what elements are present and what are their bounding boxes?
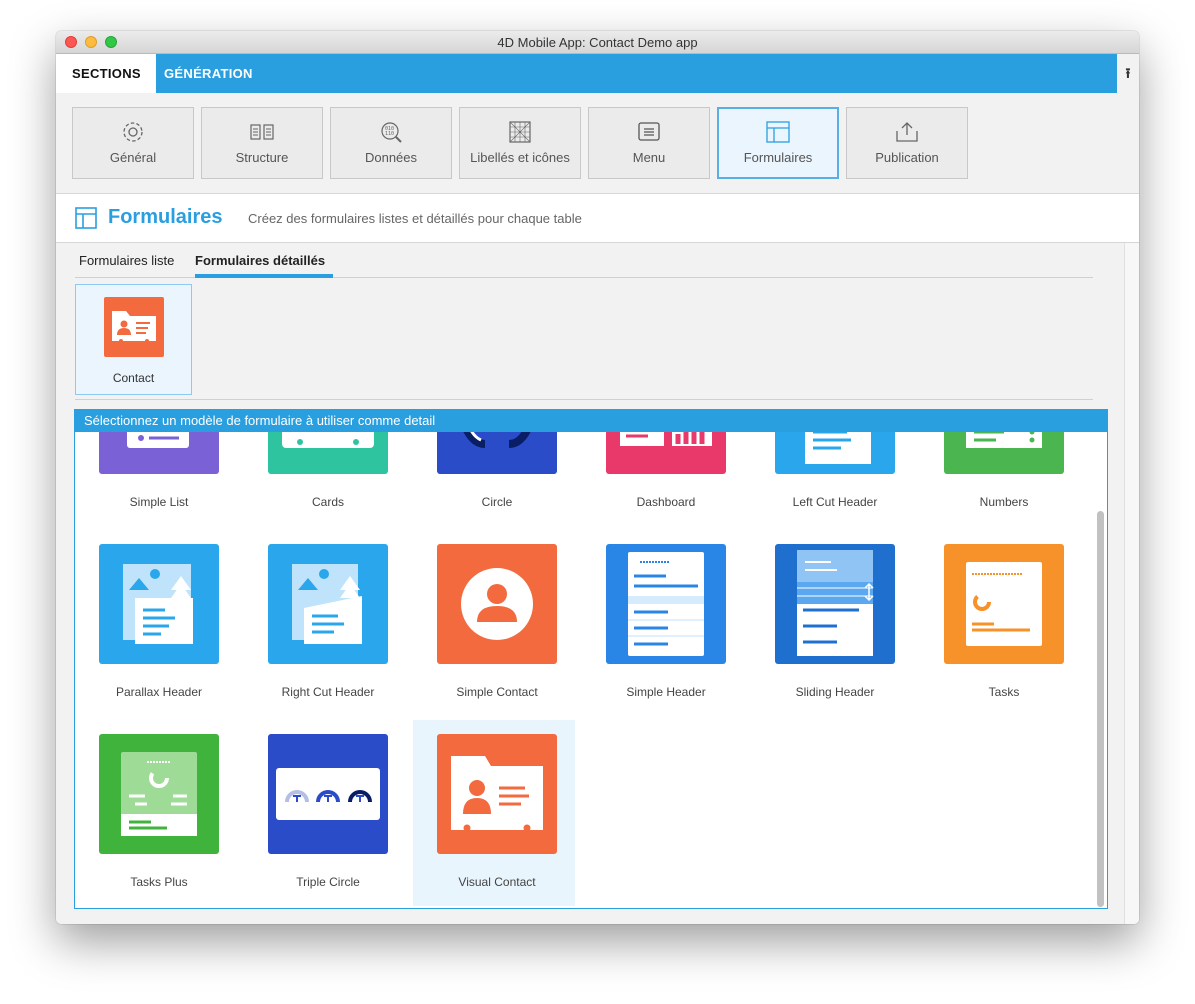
- template-name: Triple Circle: [296, 875, 360, 889]
- section-header: Formulaires Créez des formulaires listes…: [56, 194, 1139, 243]
- picker-scrollbar[interactable]: [1095, 434, 1105, 908]
- labels-icon: [509, 121, 531, 143]
- toolbar-label: Publication: [875, 150, 939, 165]
- forms-icon: [75, 207, 97, 229]
- template-name: Left Cut Header: [792, 495, 878, 509]
- sliding-header-thumbnail: [775, 544, 895, 664]
- template-name: Simple Contact: [456, 685, 538, 699]
- divider: [75, 399, 1093, 400]
- close-window-button[interactable]: [65, 36, 77, 48]
- structure-icon: [250, 124, 274, 140]
- toolbar-general-button[interactable]: Général: [72, 107, 194, 179]
- template-name: Dashboard: [636, 495, 696, 509]
- content-scrollbar[interactable]: [1124, 243, 1139, 924]
- right-cut-header-thumbnail: [268, 544, 388, 664]
- template-right-cut-header[interactable]: Right Cut Header: [244, 538, 406, 724]
- svg-text:110: 110: [385, 131, 394, 137]
- template-name: Numbers: [979, 495, 1029, 509]
- minimize-window-button[interactable]: [85, 36, 97, 48]
- tab-sections[interactable]: SECTIONS: [56, 54, 156, 93]
- contact-table-icon: [103, 297, 164, 357]
- template-name: Sliding Header: [795, 685, 875, 699]
- section-toolbar: Général Structure 010 110 Données Libellé…: [56, 93, 1139, 194]
- tab-detail-forms[interactable]: Formulaires détaillés: [195, 253, 325, 268]
- data-icon: 010110: [381, 122, 402, 143]
- template-name: Visual Contact: [458, 875, 536, 889]
- template-name: Parallax Header: [115, 685, 203, 699]
- page-subtitle: Créez des formulaires listes et détaillé…: [248, 211, 582, 226]
- zoom-window-button[interactable]: [105, 36, 117, 48]
- template-visual-contact[interactable]: Visual Contact: [413, 720, 575, 906]
- template-name: Simple List: [129, 495, 189, 509]
- toolbar-label: Données: [364, 150, 418, 165]
- visual-contact-thumbnail: [437, 734, 557, 854]
- toolbar-labels-icons-button[interactable]: Libellés et icônes: [459, 107, 581, 179]
- upload-icon[interactable]: ⭱: [1117, 54, 1139, 93]
- template-simple-contact[interactable]: Simple Contact: [413, 538, 575, 724]
- window-title: 4D Mobile App: Contact Demo app: [497, 35, 698, 50]
- parallax-header-thumbnail: [99, 544, 219, 664]
- template-simple-header[interactable]: Simple Header: [582, 538, 744, 724]
- template-sliding-header[interactable]: Sliding Header: [751, 538, 913, 724]
- forms-icon: [766, 121, 790, 143]
- toolbar-structure-button[interactable]: Structure: [201, 107, 323, 179]
- toolbar-menu-button[interactable]: Menu: [588, 107, 710, 179]
- scrollbar-thumb[interactable]: [1097, 511, 1104, 907]
- simple-contact-thumbnail: [437, 544, 557, 664]
- template-name: Simple Header: [626, 685, 706, 699]
- template-picker: Sélectionnez un modèle de formulaire à u…: [74, 409, 1108, 909]
- toolbar-label: Formulaires: [743, 150, 813, 165]
- template-grid: Simple List Cards Circle Dashboard Left …: [75, 410, 1093, 908]
- tasks-plus-thumbnail: [99, 734, 219, 854]
- triple-circle-thumbnail: [268, 734, 388, 854]
- simple-header-thumbnail: [606, 544, 726, 664]
- template-parallax-header[interactable]: Parallax Header: [75, 538, 237, 724]
- tasks-thumbnail: [944, 544, 1064, 664]
- form-type-tabs: Formulaires liste Formulaires détaillés: [75, 243, 1093, 278]
- template-name: Cards: [311, 495, 344, 509]
- template-name: Circle: [481, 495, 513, 509]
- toolbar-label: Général: [109, 150, 157, 165]
- publish-icon: [896, 122, 918, 142]
- menu-icon: [638, 122, 660, 141]
- toolbar-label: Menu: [632, 150, 666, 165]
- template-triple-circle[interactable]: Triple Circle: [244, 728, 406, 908]
- toolbar-forms-button[interactable]: Formulaires: [717, 107, 839, 179]
- toolbar-label: Structure: [235, 150, 289, 165]
- template-tasks-plus[interactable]: Tasks Plus: [75, 728, 237, 908]
- tab-list-forms[interactable]: Formulaires liste: [79, 253, 174, 268]
- table-contact[interactable]: Contact: [75, 284, 192, 395]
- top-tab-bar: SECTIONS GÉNÉRATION ⭱: [56, 54, 1139, 93]
- template-tasks[interactable]: Tasks: [920, 538, 1082, 724]
- toolbar-data-button[interactable]: 010 110 Données: [330, 107, 452, 179]
- toolbar-label: Libellés et icônes: [470, 150, 570, 165]
- forms-content: Formulaires liste Formulaires détaillés …: [56, 243, 1139, 924]
- template-name: Tasks: [988, 685, 1020, 699]
- selected-tab-indicator: [195, 274, 333, 278]
- toolbar-publication-button[interactable]: Publication: [846, 107, 968, 179]
- template-name: Right Cut Header: [281, 685, 375, 699]
- app-window: 4D Mobile App: Contact Demo app SECTIONS…: [56, 31, 1139, 924]
- tab-generation[interactable]: GÉNÉRATION: [164, 54, 253, 93]
- title-bar: 4D Mobile App: Contact Demo app: [56, 31, 1139, 54]
- template-name: Tasks Plus: [130, 875, 188, 889]
- table-label: Contact: [112, 371, 155, 385]
- picker-heading: Sélectionnez un modèle de formulaire à u…: [75, 410, 1107, 432]
- page-title: Formulaires: [108, 206, 223, 228]
- gear-icon: [123, 122, 143, 142]
